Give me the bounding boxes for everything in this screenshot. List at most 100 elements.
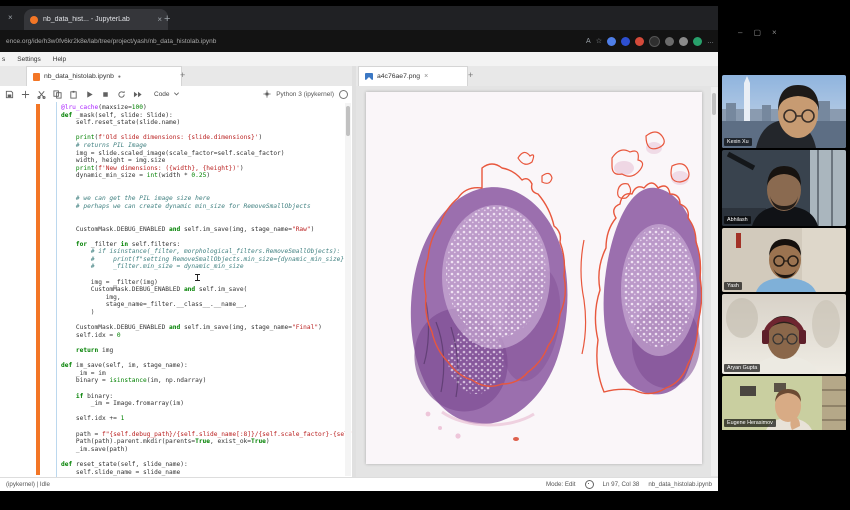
code-line [61,210,342,218]
extension-icon[interactable] [607,37,616,46]
read-aloud-icon[interactable]: A [586,38,591,45]
address-bar[interactable]: ence.org/ide/h3w0fv6kr2k8e/lab/tree/proj… [0,30,718,52]
text-cursor [197,274,198,281]
code-line: @lru_cache(maxsize=100) [61,104,342,112]
code-line: _im = im [61,370,342,378]
cursor-position[interactable]: Ln 97, Col 38 [603,481,640,488]
image-tab-title: a4c76ae7.png [377,73,420,80]
participant-tile[interactable]: Aryan Gupta [722,294,846,374]
participant-name: Abhilash [724,216,751,224]
code-line [61,188,342,196]
notebook-toolbar: Code Python 3 (ipykernel) [0,86,352,103]
code-line: img, [61,294,342,302]
participant-name: Yash [724,282,742,290]
kernel-zone: Python 3 (ipykernel) [263,86,348,102]
code-line: width, height = img.size [61,157,342,165]
tab-close-icon[interactable]: × [424,73,428,80]
restart-run-all-button[interactable] [133,90,143,99]
code-line: img = slide.scaled_image(scale_factor=se… [61,150,342,158]
code-line: CustomMask.DEBUG_ENABLED and self.im_sav… [61,226,342,234]
code-line [61,233,342,241]
add-cell-button[interactable] [21,90,30,99]
extension-icon[interactable] [635,37,644,46]
extensions-puzzle-icon[interactable] [665,37,674,46]
image-viewer-panel: a4c76ae7.png × + [356,66,718,477]
scrollbar-thumb[interactable] [346,106,350,136]
code-lines[interactable]: @lru_cache(maxsize=100)def _mask(self, s… [61,104,342,476]
run-cell-button[interactable] [85,90,94,99]
save-button[interactable] [5,90,14,99]
account-avatar[interactable] [693,37,702,46]
editor-scrollbar[interactable] [345,103,351,476]
browser-tab-jupyterlab[interactable]: nb_data_hist... - JupyterLab × [24,9,168,30]
code-line: ) [61,309,342,317]
background-tab-close-icon[interactable]: × [8,13,13,22]
interrupt-kernel-button[interactable] [101,90,110,99]
chevron-down-icon [173,91,180,97]
scrollbar-thumb[interactable] [712,93,716,115]
viewer-tabbar: a4c76ae7.png × + [356,66,718,87]
kernel-settings-icon[interactable] [263,90,271,98]
profile-avatar[interactable] [679,37,688,46]
notebook-tab[interactable]: nb_data_histolab.ipynb ● [26,66,182,86]
menu-settings[interactable]: Settings [17,56,41,63]
browser-menu-icon[interactable]: … [707,38,714,45]
participant-tile[interactable]: Yash [722,228,846,292]
code-line: CustomMask.DEBUG_ENABLED and self.im_sav… [61,286,342,294]
code-line: if binary: [61,393,342,401]
code-line: def _mask(self, slide: Slide): [61,112,342,120]
unsaved-dot-icon: ● [118,74,121,80]
cut-cells-button[interactable] [37,90,46,99]
url-text[interactable]: ence.org/ide/h3w0fv6kr2k8e/lab/tree/proj… [6,38,216,45]
participant-tile[interactable]: Abhilash [722,150,846,226]
participant-name: Aryan Gupta [724,364,760,372]
participant-tile[interactable]: Kexin Xu [722,75,846,148]
notebook-panel: nb_data_histolab.ipynb ● + [0,66,352,477]
address-bar-icons: A ☆ … [586,30,714,52]
close-icon[interactable]: × [772,28,777,37]
image-tab[interactable]: a4c76ae7.png × [358,66,468,86]
favorites-star-icon[interactable]: ☆ [596,37,602,45]
mode-indicator: Mode: Edit [546,481,576,488]
code-line: # we can get the PIL image size here [61,195,342,203]
code-line: self.idx += 1 [61,415,342,423]
cell-type-dropdown[interactable]: Code [154,91,180,98]
participant-tile[interactable]: Eugene Herasimov [722,376,846,454]
notebook-file-icon [33,73,40,81]
jupyterlab-menubar: s Settings Help [0,52,718,67]
window-controls: – ▢ × [738,28,777,37]
viewer-scrollbar[interactable] [711,87,718,476]
copy-cells-button[interactable] [53,90,62,99]
code-line: path = f"{self.debug_path}/{self.slide_n… [61,431,342,439]
participant-video [722,150,846,226]
new-launcher-button[interactable]: + [468,70,473,80]
menu-help[interactable]: Help [53,56,66,63]
minimize-icon[interactable]: – [738,28,742,37]
code-line: self.idx = 0 [61,332,342,340]
code-line: stage_name=_filter.__class__.__name__, [61,301,342,309]
code-line [61,423,342,431]
extension-icon[interactable] [649,36,660,47]
new-tab-button[interactable]: + [164,14,170,24]
paste-cells-button[interactable] [69,90,78,99]
tab-close-icon[interactable]: × [157,15,162,24]
extension-icon[interactable] [621,37,630,46]
jupyterlab-main: nb_data_histolab.ipynb ● + [0,66,718,477]
status-bar: (ipykernel) | Idle Mode: Edit Ln 97, Col… [0,477,718,491]
code-line: # returns PIL Image [61,142,342,150]
restart-kernel-button[interactable] [117,90,126,99]
notification-icon[interactable] [585,480,594,489]
code-line: print(f'Old slide dimensions: {slide.dim… [61,134,342,142]
kernel-name[interactable]: Python 3 (ipykernel) [276,91,334,98]
jupyter-favicon [30,16,38,24]
code-editor[interactable]: @lru_cache(maxsize=100)def _mask(self, s… [0,102,352,477]
kernel-status-icon[interactable] [339,90,348,99]
notebook-tab-title: nb_data_histolab.ipynb [44,73,114,80]
code-line: self.slide_name = slide_name [61,469,342,477]
new-launcher-button[interactable]: + [180,70,185,80]
histology-svg [366,92,702,464]
code-line [61,218,342,226]
code-line: def reset_state(self, slide_name): [61,461,342,469]
maximize-icon[interactable]: ▢ [753,28,761,37]
code-line: Path(path).parent.mkdir(parents=True, ex… [61,438,342,446]
